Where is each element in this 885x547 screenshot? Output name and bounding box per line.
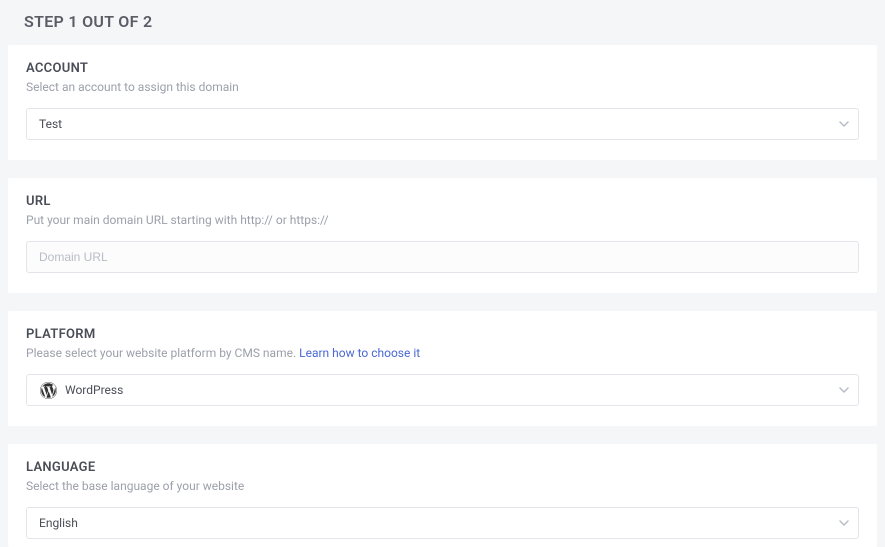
account-desc: Select an account to assign this domain	[26, 80, 859, 94]
account-select-value: Test	[39, 117, 62, 131]
platform-desc-text: Please select your website platform by C…	[26, 346, 299, 360]
language-select-value: English	[39, 516, 78, 530]
platform-learn-link[interactable]: Learn how to choose it	[299, 346, 420, 360]
wordpress-icon	[39, 381, 57, 399]
platform-desc: Please select your website platform by C…	[26, 346, 859, 360]
step-header: STEP 1 OUT OF 2	[0, 0, 885, 45]
platform-select-value: WordPress	[65, 383, 123, 397]
account-panel: ACCOUNT Select an account to assign this…	[8, 45, 877, 160]
platform-panel: PLATFORM Please select your website plat…	[8, 311, 877, 426]
platform-select[interactable]: WordPress	[26, 374, 859, 406]
url-title: URL	[26, 194, 859, 209]
account-select[interactable]: Test	[26, 108, 859, 140]
language-select[interactable]: English	[26, 507, 859, 539]
url-desc: Put your main domain URL starting with h…	[26, 213, 859, 227]
language-panel: LANGUAGE Select the base language of you…	[8, 444, 877, 547]
platform-title: PLATFORM	[26, 327, 859, 342]
url-input[interactable]	[26, 241, 859, 273]
language-desc: Select the base language of your website	[26, 479, 859, 493]
account-title: ACCOUNT	[26, 61, 859, 76]
url-panel: URL Put your main domain URL starting wi…	[8, 178, 877, 293]
language-title: LANGUAGE	[26, 460, 859, 475]
